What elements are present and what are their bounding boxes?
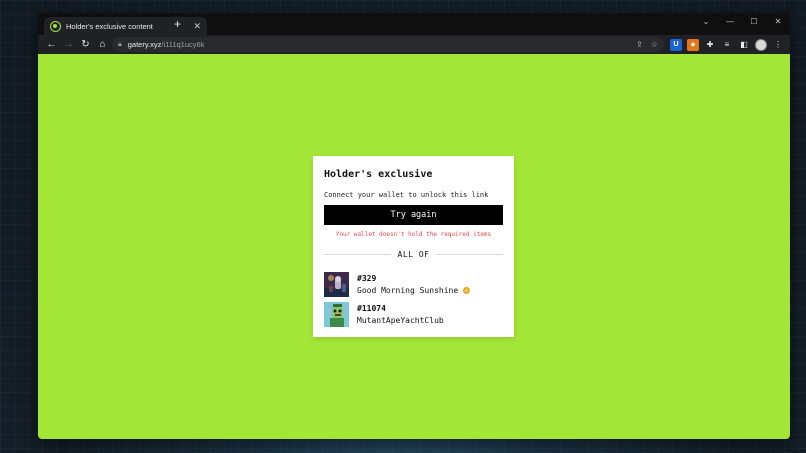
avatar[interactable]: [755, 38, 767, 51]
requirement-item: #329 Good Morning Sunshine: [324, 271, 509, 297]
requirement-collection-name: MutantApeYachtClub: [357, 315, 444, 325]
metamask-icon[interactable]: ◆: [687, 38, 699, 51]
more-menu-icon[interactable]: ⋮: [772, 39, 784, 51]
address-bar[interactable]: 🔒︎ gatery.xyz/i111q1ucy6k ⇪ ☆: [112, 37, 664, 52]
maximize-icon[interactable]: ☐: [742, 17, 766, 26]
browser-window: Holder's exclusive content ✕ + ⌄ — ☐ ✕ ←…: [38, 13, 790, 439]
divider: ALL OF: [324, 250, 503, 259]
tab-strip: Holder's exclusive content ✕ + ⌄ — ☐ ✕: [38, 13, 790, 35]
lock-icon[interactable]: 🔒︎: [118, 41, 122, 49]
omnibox-actions: ⇪ ☆: [636, 37, 658, 52]
requirement-token-id: #329: [357, 273, 377, 283]
coin-icon: [463, 286, 471, 294]
divider-line-left: [324, 254, 391, 255]
close-icon[interactable]: ✕: [766, 17, 790, 26]
bitwarden-icon[interactable]: U: [670, 38, 682, 51]
bookmark-star-icon[interactable]: ☆: [651, 40, 658, 49]
url-host: gatery.xyz: [127, 40, 162, 49]
error-message: Your wallet doesn't hold the required it…: [335, 231, 492, 238]
try-again-button[interactable]: Try again: [324, 205, 503, 225]
requirement-item: #11074 MutantApeYachtClub: [324, 301, 509, 327]
browser-toolbar: ← → ↻ ⌂ 🔒︎ gatery.xyz/i111q1ucy6k ⇪ ☆ U …: [38, 35, 790, 54]
browser-tab[interactable]: Holder's exclusive content ✕: [44, 17, 207, 35]
nft-thumbnail: [324, 271, 349, 297]
requirement-token-id: #11074: [357, 303, 386, 313]
tab-search-icon[interactable]: ⌄: [694, 17, 718, 26]
reload-icon[interactable]: ↻: [77, 35, 94, 54]
nft-thumbnail: [324, 301, 349, 327]
reading-list-icon[interactable]: ≡: [721, 39, 733, 51]
divider-line-right: [436, 254, 503, 255]
forward-icon[interactable]: →: [60, 35, 77, 54]
back-icon[interactable]: ←: [43, 35, 60, 54]
card-title: Holder's exclusive: [324, 169, 433, 180]
page-viewport: Holder's exclusive Connect your wallet t…: [38, 54, 790, 439]
window-controls: ⌄ — ☐ ✕: [694, 13, 790, 29]
extensions-bar: U ◆ ✚ ≡ ◧ ⋮: [670, 35, 784, 54]
url-path: /i111q1ucy6k: [161, 40, 205, 49]
sidebar-icon[interactable]: ◧: [738, 39, 750, 51]
card-subtitle: Connect your wallet to unlock this link: [324, 191, 489, 199]
home-icon[interactable]: ⌂: [94, 35, 111, 54]
requirement-collection-name: Good Morning Sunshine: [357, 285, 459, 295]
puzzle-icon[interactable]: ✚: [704, 39, 716, 51]
gatery-favicon-icon: [50, 20, 61, 32]
tab-close-icon[interactable]: ✕: [193, 21, 201, 31]
divider-label: ALL OF: [397, 250, 430, 259]
new-tab-icon[interactable]: +: [174, 18, 181, 30]
share-icon[interactable]: ⇪: [636, 40, 643, 49]
minimize-icon[interactable]: —: [718, 17, 742, 26]
requirement-collection: Good Morning Sunshine: [357, 285, 471, 295]
gate-card: Holder's exclusive Connect your wallet t…: [313, 156, 514, 337]
